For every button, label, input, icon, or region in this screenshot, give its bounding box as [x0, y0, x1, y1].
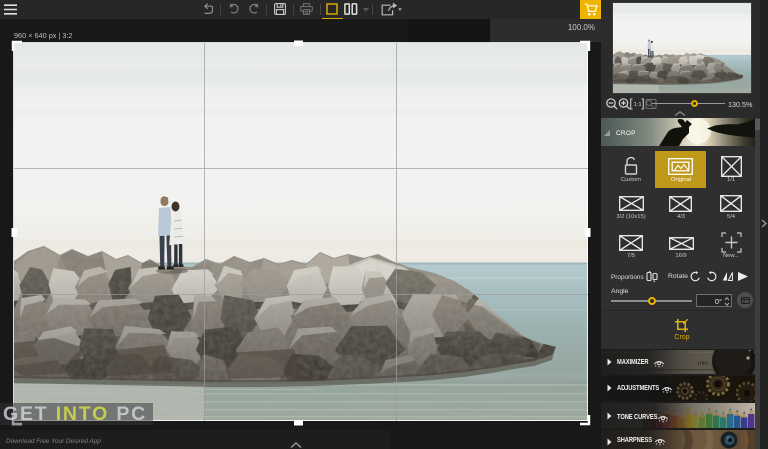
- svg-text:1:1: 1:1: [634, 102, 642, 108]
